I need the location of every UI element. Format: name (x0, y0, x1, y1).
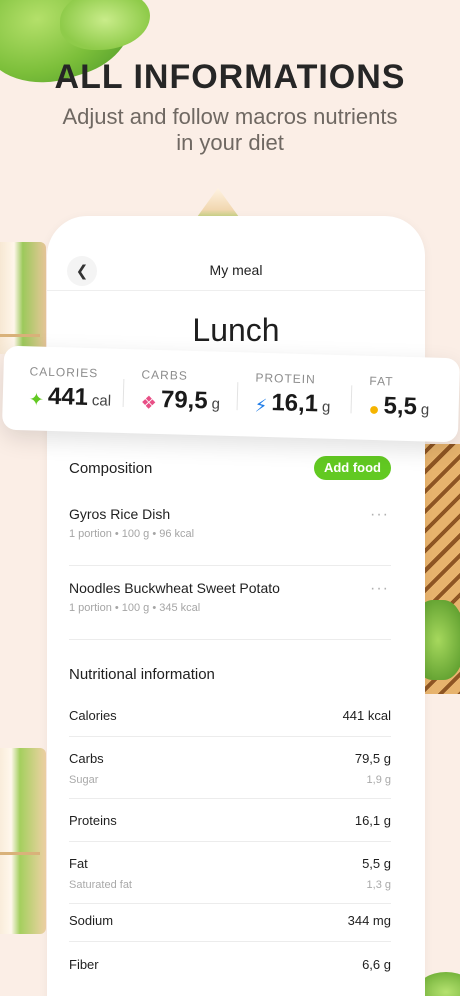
food-meta: 1 portion • 100 g • 96 kcal (69, 528, 195, 540)
skewer-decoration (0, 852, 40, 855)
macro-calories: CALORIES ✦ 441 cal (28, 364, 112, 412)
nutrient-value: 441 kcal (342, 708, 391, 723)
food-item[interactable]: Noodles Buckwheat Sweet Potato 1 portion… (69, 580, 391, 640)
macro-value: 79,5 (160, 386, 209, 415)
meal-title: Lunch (192, 312, 280, 348)
nutrient-value: 5,5 g (362, 856, 391, 871)
food-meta: 1 portion • 100 g • 345 kcal (69, 602, 201, 614)
nav-title: My meal (209, 262, 263, 278)
nutrition-row-fiber: Fiber 6,6 g (69, 957, 391, 986)
macro-carbs: CARBS ❖ 79,5 g (140, 367, 220, 415)
sub-nutrient-value: 1,3 g (366, 879, 391, 891)
nutrition-row-sodium: Sodium 344 mg (69, 913, 391, 942)
nutrient-value: 344 mg (347, 913, 391, 928)
macro-label: PROTEIN (255, 370, 316, 387)
more-options-icon[interactable]: ··· (370, 580, 389, 598)
top-nav: ❮ My meal (47, 254, 425, 288)
divider (122, 378, 125, 408)
divider (47, 290, 425, 291)
macro-label: CARBS (141, 367, 189, 383)
divider (236, 382, 239, 411)
nutrient-value: 16,1 g (354, 813, 391, 828)
flame-icon: ✦ (28, 389, 45, 410)
macro-unit: g (420, 401, 430, 419)
skewer-decoration (0, 334, 40, 337)
nutrition-row-proteins: Proteins 16,1 g (69, 813, 391, 842)
macro-fat: FAT ● 5,5 g (368, 374, 430, 422)
nutrient-name: Fiber (69, 957, 99, 972)
macro-label: CALORIES (29, 364, 99, 381)
divider (350, 385, 353, 414)
wheat-icon: ❖ (140, 392, 158, 413)
sandwich-decoration (0, 242, 46, 354)
sub-nutrient-name: Sugar (69, 774, 99, 786)
sandwich-decoration (0, 748, 46, 934)
nutrition-row-carbs: Carbs 79,5 g Sugar 1,9 g (69, 751, 391, 799)
nutrient-name: Proteins (69, 813, 117, 828)
macro-unit: cal (91, 392, 112, 410)
more-options-icon[interactable]: ··· (370, 506, 389, 524)
drop-icon: ● (368, 398, 380, 420)
food-name: Gyros Rice Dish (69, 506, 171, 522)
macro-value: 441 (47, 382, 89, 412)
macro-value: 16,1 (271, 389, 319, 418)
nutrition-row-calories: Calories 441 kcal (69, 708, 391, 737)
promo-headline: ALL INFORMATIONS (54, 58, 406, 96)
macros-card: CALORIES ✦ 441 cal CARBS ❖ 79,5 g PROTEI… (1, 345, 460, 443)
composition-title: Composition (69, 460, 153, 477)
nutrient-name: Carbs (69, 751, 104, 766)
sub-nutrient-value: 1,9 g (366, 774, 391, 786)
lightning-icon: ⚡ (254, 395, 268, 417)
composition-header: Composition Add food (69, 456, 391, 482)
food-name: Noodles Buckwheat Sweet Potato (69, 580, 280, 596)
phone-screen: ❮ My meal Lunch Composition Add food Gyr… (47, 216, 425, 996)
nutrient-value: 79,5 g (354, 751, 391, 766)
promo-subline: Adjust and follow macros nutrients in yo… (62, 104, 398, 155)
add-food-button[interactable]: Add food (313, 456, 391, 480)
nutrient-name: Calories (69, 708, 117, 723)
nutrient-value: 6,6 g (362, 957, 391, 972)
food-item[interactable]: Gyros Rice Dish 1 portion • 100 g • 96 k… (69, 506, 391, 566)
nutrition-title: Nutritional information (69, 666, 215, 683)
macro-label: FAT (369, 373, 394, 389)
nutrient-name: Fat (69, 856, 88, 871)
macro-unit: g (321, 398, 331, 416)
macro-value: 5,5 (383, 392, 418, 421)
lettuce-decoration (60, 0, 150, 50)
macro-unit: g (211, 395, 221, 413)
nutrient-name: Sodium (69, 913, 114, 928)
nutrition-row-fat: Fat 5,5 g Saturated fat 1,3 g (69, 856, 391, 904)
macro-protein: PROTEIN ⚡ 16,1 g (254, 371, 331, 419)
sub-nutrient-name: Saturated fat (69, 879, 132, 891)
